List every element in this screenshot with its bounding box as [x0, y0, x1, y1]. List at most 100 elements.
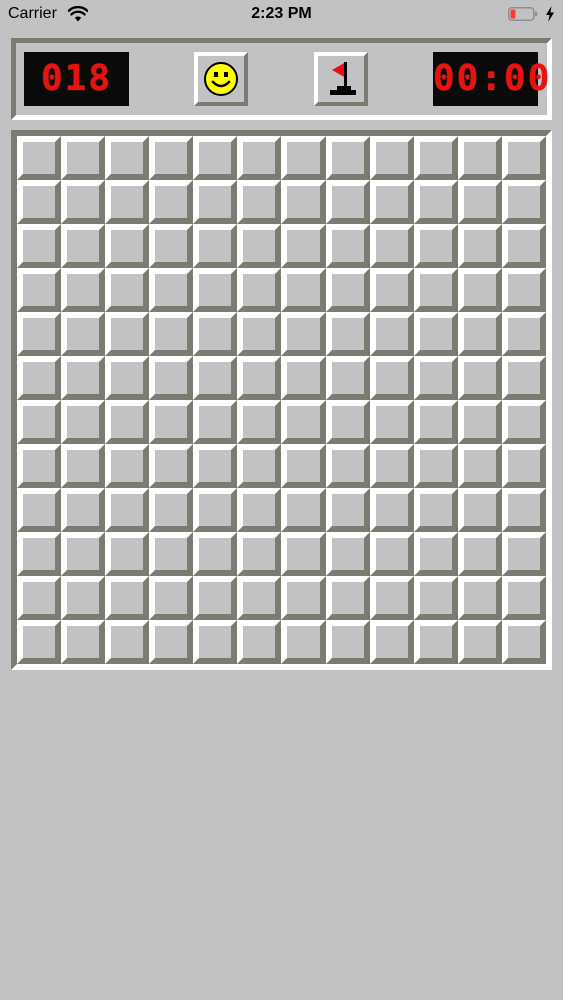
minefield-cell[interactable] [369, 444, 414, 488]
minefield-cell[interactable] [281, 444, 326, 488]
minefield-cell[interactable] [325, 356, 370, 400]
minefield-cell[interactable] [413, 180, 458, 224]
minefield-cell[interactable] [193, 312, 238, 356]
minefield-cell[interactable] [237, 576, 282, 620]
minefield-cell[interactable] [237, 312, 282, 356]
minefield-cell[interactable] [369, 224, 414, 268]
minefield-cell[interactable] [193, 180, 238, 224]
minefield-cell[interactable] [193, 356, 238, 400]
minefield-cell[interactable] [105, 136, 150, 180]
minefield-cell[interactable] [237, 356, 282, 400]
minefield-cell[interactable] [61, 312, 106, 356]
minefield-cell[interactable] [61, 444, 106, 488]
minefield-cell[interactable] [501, 576, 546, 620]
minefield-cell[interactable] [281, 224, 326, 268]
minefield-cell[interactable] [501, 620, 546, 664]
minefield-cell[interactable] [105, 400, 150, 444]
minefield-cell[interactable] [369, 312, 414, 356]
minefield-cell[interactable] [237, 488, 282, 532]
minefield-cell[interactable] [17, 268, 62, 312]
minefield-cell[interactable] [17, 180, 62, 224]
minefield-cell[interactable] [149, 532, 194, 576]
minefield-cell[interactable] [413, 136, 458, 180]
minefield-cell[interactable] [61, 224, 106, 268]
minefield-cell[interactable] [17, 224, 62, 268]
minefield-cell[interactable] [61, 180, 106, 224]
minefield-cell[interactable] [237, 532, 282, 576]
minefield-cell[interactable] [369, 488, 414, 532]
minefield-cell[interactable] [61, 400, 106, 444]
minefield-cell[interactable] [325, 224, 370, 268]
minefield-cell[interactable] [237, 400, 282, 444]
minefield-cell[interactable] [105, 576, 150, 620]
minefield-cell[interactable] [105, 444, 150, 488]
minefield-cell[interactable] [457, 620, 502, 664]
minefield-cell[interactable] [105, 268, 150, 312]
minefield-cell[interactable] [501, 488, 546, 532]
minefield-cell[interactable] [149, 576, 194, 620]
minefield-cell[interactable] [105, 356, 150, 400]
minefield-cell[interactable] [61, 268, 106, 312]
minefield-cell[interactable] [501, 444, 546, 488]
minefield-cell[interactable] [369, 620, 414, 664]
minefield-cell[interactable] [281, 268, 326, 312]
minefield-cell[interactable] [501, 268, 546, 312]
minefield-cell[interactable] [413, 312, 458, 356]
minefield-cell[interactable] [325, 444, 370, 488]
minefield-cell[interactable] [501, 136, 546, 180]
minefield-cell[interactable] [369, 136, 414, 180]
minefield-cell[interactable] [325, 400, 370, 444]
minefield-cell[interactable] [413, 488, 458, 532]
minefield-cell[interactable] [281, 180, 326, 224]
minefield-cell[interactable] [325, 180, 370, 224]
minefield-cell[interactable] [17, 136, 62, 180]
minefield-cell[interactable] [457, 400, 502, 444]
minefield-cell[interactable] [237, 136, 282, 180]
minefield-cell[interactable] [193, 268, 238, 312]
minefield-cell[interactable] [61, 488, 106, 532]
minefield-cell[interactable] [149, 356, 194, 400]
minefield-cell[interactable] [457, 224, 502, 268]
minefield-cell[interactable] [457, 488, 502, 532]
minefield-cell[interactable] [369, 532, 414, 576]
minefield-cell[interactable] [17, 532, 62, 576]
minefield-cell[interactable] [149, 268, 194, 312]
minefield-cell[interactable] [281, 136, 326, 180]
minefield-cell[interactable] [369, 400, 414, 444]
minefield-cell[interactable] [413, 576, 458, 620]
minefield-cell[interactable] [17, 400, 62, 444]
minefield-cell[interactable] [237, 224, 282, 268]
minefield-cell[interactable] [369, 268, 414, 312]
minefield-cell[interactable] [17, 356, 62, 400]
minefield-cell[interactable] [457, 532, 502, 576]
minefield-cell[interactable] [193, 532, 238, 576]
minefield-cell[interactable] [413, 532, 458, 576]
minefield-cell[interactable] [149, 312, 194, 356]
minefield-cell[interactable] [325, 620, 370, 664]
minefield-cell[interactable] [413, 444, 458, 488]
minefield-cell[interactable] [193, 400, 238, 444]
minefield-cell[interactable] [17, 620, 62, 664]
minefield-cell[interactable] [61, 356, 106, 400]
minefield-cell[interactable] [105, 180, 150, 224]
minefield-cell[interactable] [325, 576, 370, 620]
minefield-cell[interactable] [149, 620, 194, 664]
minefield-cell[interactable] [457, 180, 502, 224]
minefield-cell[interactable] [457, 136, 502, 180]
minefield-cell[interactable] [281, 532, 326, 576]
minefield-cell[interactable] [413, 620, 458, 664]
minefield-cell[interactable] [413, 268, 458, 312]
minefield-cell[interactable] [193, 576, 238, 620]
minefield-cell[interactable] [149, 400, 194, 444]
minefield-cell[interactable] [105, 532, 150, 576]
minefield-cell[interactable] [413, 224, 458, 268]
minefield-cell[interactable] [17, 488, 62, 532]
minefield-cell[interactable] [193, 488, 238, 532]
minefield-cell[interactable] [457, 576, 502, 620]
minefield-cell[interactable] [369, 576, 414, 620]
minefield-cell[interactable] [501, 532, 546, 576]
minefield-cell[interactable] [457, 312, 502, 356]
minefield-cell[interactable] [281, 312, 326, 356]
minefield-cell[interactable] [281, 488, 326, 532]
minefield-cell[interactable] [281, 620, 326, 664]
